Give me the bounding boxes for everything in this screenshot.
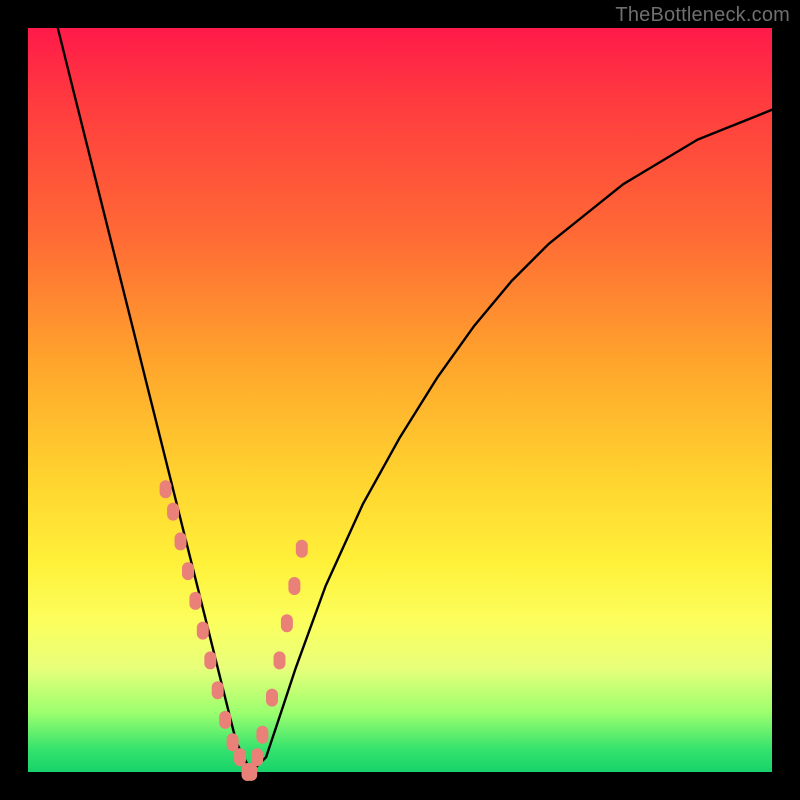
marker-point <box>274 651 286 669</box>
marker-point <box>160 480 172 498</box>
marker-point <box>256 726 268 744</box>
marker-point <box>189 592 201 610</box>
curve-svg <box>28 28 772 772</box>
marker-point <box>167 503 179 521</box>
marker-point <box>212 681 224 699</box>
marker-point <box>234 748 246 766</box>
chart-frame: TheBottleneck.com <box>0 0 800 800</box>
bottleneck-curve <box>58 28 772 772</box>
marker-point <box>266 689 278 707</box>
marker-point <box>182 562 194 580</box>
marker-point <box>219 711 231 729</box>
watermark-text: TheBottleneck.com <box>615 4 790 27</box>
marker-point <box>175 532 187 550</box>
marker-point <box>251 748 263 766</box>
marker-point <box>227 733 239 751</box>
plot-area <box>28 28 772 772</box>
marker-point <box>296 540 308 558</box>
marker-point <box>281 614 293 632</box>
marker-point <box>204 651 216 669</box>
marker-point <box>288 577 300 595</box>
marker-point <box>197 622 209 640</box>
